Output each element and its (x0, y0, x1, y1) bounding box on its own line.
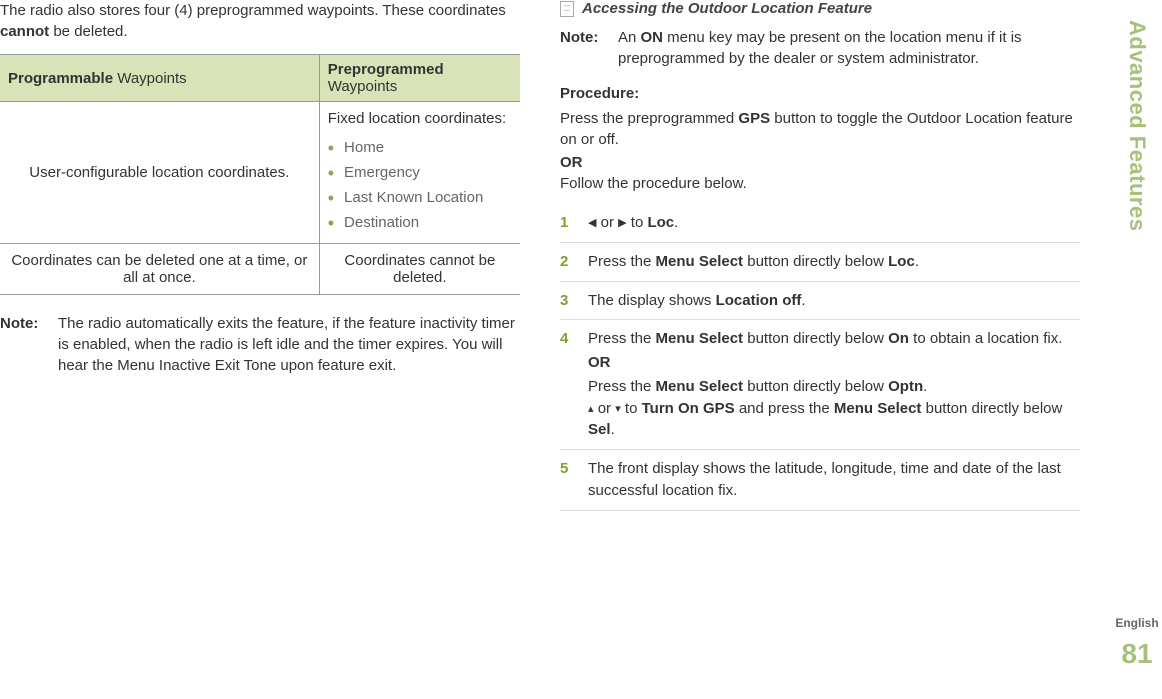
proc-line2: Follow the procedure below. (560, 173, 1080, 194)
waypoints-table: Programmable Waypoints Preprogrammed Way… (0, 54, 520, 295)
th-preprogrammed: Preprogrammed Waypoints (319, 55, 520, 102)
procedure-steps: 1 ◀ or ▶ to Loc. 2 Press the Menu Select… (560, 204, 1080, 511)
th-programmable: Programmable Waypoints (0, 55, 319, 102)
fixed-intro: Fixed location coordinates: (328, 110, 512, 127)
note-label: Note: (560, 27, 608, 69)
section-title: Advanced Features (1124, 20, 1150, 608)
step-number: 1 (560, 212, 578, 234)
step-3: 3 The display shows Location off. (560, 282, 1080, 321)
step-4: 4 Press the Menu Select button directly … (560, 320, 1080, 450)
list-item: •Emergency (328, 160, 512, 185)
step-body: Press the Menu Select button directly be… (588, 328, 1080, 441)
cell-user-configurable: User-configurable location coordinates. (0, 102, 319, 244)
step-body: Press the Menu Select button directly be… (588, 251, 1080, 273)
list-item: •Home (328, 135, 512, 160)
step-number: 4 (560, 328, 578, 441)
intro-before: The radio also stores four (4) preprogra… (0, 2, 506, 19)
step-body: The front display shows the latitude, lo… (588, 458, 1080, 502)
cell-fixed-coords: Fixed location coordinates: •Home •Emerg… (319, 102, 520, 244)
cell-can-delete: Coordinates can be deleted one at a time… (0, 244, 319, 295)
right-column: Accessing the Outdoor Location Feature N… (560, 0, 1080, 511)
step-5: 5 The front display shows the latitude, … (560, 450, 1080, 511)
right-note-text: An ON menu key may be present on the loc… (618, 27, 1080, 69)
step-1: 1 ◀ or ▶ to Loc. (560, 204, 1080, 243)
list-item: •Destination (328, 210, 512, 235)
up-arrow-icon: ▴ (588, 403, 594, 415)
intro-after: be deleted. (49, 23, 127, 40)
step-2: 2 Press the Menu Select button directly … (560, 243, 1080, 282)
step-number: 5 (560, 458, 578, 502)
step-body: ◀ or ▶ to Loc. (588, 212, 1080, 234)
note-block: Note: The radio automatically exits the … (0, 313, 520, 376)
step-number: 2 (560, 251, 578, 273)
list-item: •Last Known Location (328, 185, 512, 210)
fixed-list: •Home •Emergency •Last Known Location •D… (328, 135, 512, 235)
right-note-block: Note: An ON menu key may be present on t… (560, 27, 1080, 69)
step-body: The display shows Location off. (588, 290, 1080, 312)
side-tab: Advanced Features English 81 (1112, 20, 1162, 670)
procedure-label: Procedure: (560, 85, 1080, 102)
right-arrow-icon: ▶ (618, 217, 626, 229)
page-number: 81 (1121, 638, 1152, 670)
cell-cannot-delete: Coordinates cannot be deleted. (319, 244, 520, 295)
proc-or: OR (560, 154, 1080, 171)
left-arrow-icon: ◀ (588, 217, 596, 229)
proc-line1: Press the preprogrammed GPS button to to… (560, 108, 1080, 150)
intro-bold: cannot (0, 23, 49, 40)
step-number: 3 (560, 290, 578, 312)
language-label: English (1115, 616, 1158, 630)
down-arrow-icon: ▾ (615, 403, 621, 415)
subheading-text: Accessing the Outdoor Location Feature (582, 0, 872, 17)
note-label: Note: (0, 313, 48, 376)
note-text: The radio automatically exits the featur… (58, 313, 520, 376)
subheading-row: Accessing the Outdoor Location Feature (560, 0, 1080, 17)
left-column: The radio also stores four (4) preprogra… (0, 0, 520, 511)
intro-text: The radio also stores four (4) preprogra… (0, 0, 520, 42)
book-icon (560, 1, 574, 17)
